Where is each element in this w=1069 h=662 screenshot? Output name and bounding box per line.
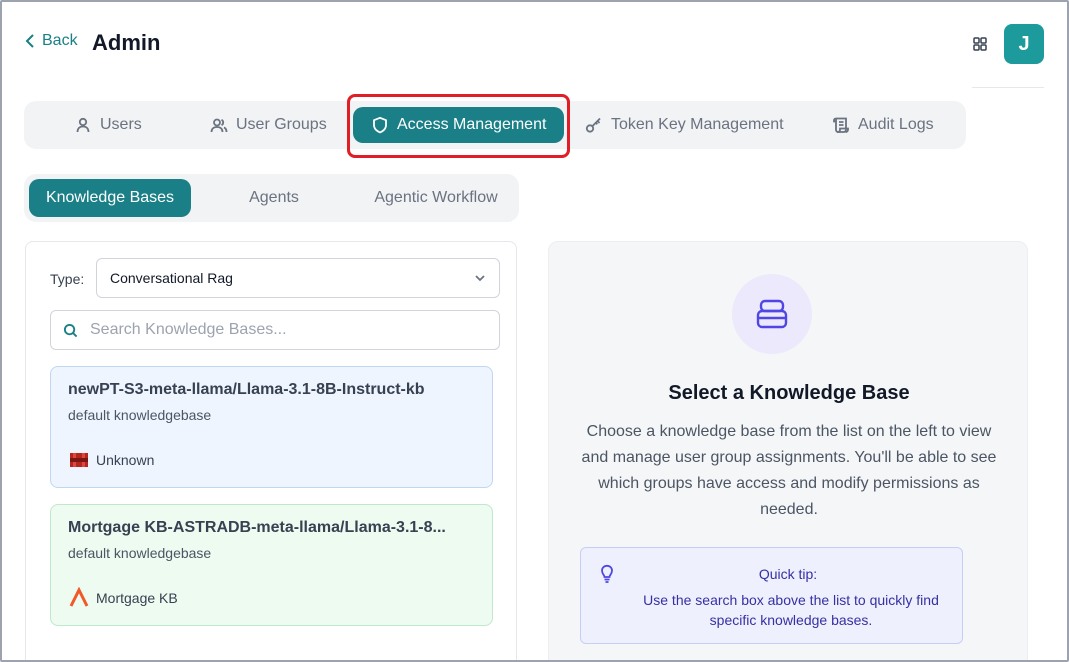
astradb-icon [69, 587, 89, 607]
search-box [50, 310, 500, 350]
detail-description: Choose a knowledge base from the list on… [581, 423, 997, 518]
kb-source: Mortgage KB [68, 587, 178, 609]
aws-s3-icon [70, 453, 88, 467]
search-icon [63, 323, 78, 337]
kb-title: newPT-S3-meta-llama/Llama-3.1-8B-Instruc… [68, 381, 425, 398]
sub-tab-bar: Knowledge Bases Agents Agentic Workflow [24, 174, 519, 222]
chevron-left-icon [25, 34, 34, 48]
main-tab-bar: Users User Groups Access Management Toke… [24, 101, 966, 149]
shield-icon [373, 116, 387, 134]
app-window: Back Admin J Users User Groups Access Ma… [0, 0, 1069, 662]
kb-source: Unknown [68, 449, 154, 471]
chevron-down-icon [475, 275, 485, 282]
knowledge-base-list-panel: Type: Conversational Rag newPT-S3-meta-l… [25, 241, 517, 660]
key-icon [585, 117, 601, 133]
tab-label: Users [100, 116, 142, 133]
database-icon-circle [732, 274, 812, 354]
header-divider [972, 87, 1044, 88]
tab-label: Access Management [397, 116, 547, 133]
kb-source-label: Unknown [96, 452, 155, 468]
tip-body: Use the search box above the list to qui… [643, 592, 939, 628]
page-title: Admin [92, 30, 161, 55]
tip-title: Quick tip: [758, 566, 818, 582]
tab-users[interactable]: Users [74, 101, 142, 149]
knowledge-base-detail-panel: Select a Knowledge Base Choose a knowled… [548, 241, 1028, 660]
users-icon [210, 118, 228, 133]
tab-audit-logs[interactable]: Audit Logs [832, 101, 934, 149]
kb-source-label: Mortgage KB [96, 590, 178, 606]
tab-label: Audit Logs [858, 116, 934, 133]
kb-title: Mortgage KB-ASTRADB-meta-llama/Llama-3.1… [68, 519, 446, 536]
kb-subtitle: default knowledgebase [68, 407, 212, 423]
user-icon [76, 117, 90, 133]
scroll-icon [833, 117, 849, 133]
kb-subtitle: default knowledgebase [68, 545, 212, 561]
type-select[interactable]: Conversational Rag [96, 258, 500, 298]
subtab-agentic-workflow[interactable]: Agentic Workflow [364, 174, 508, 222]
avatar[interactable]: J [1004, 24, 1044, 64]
database-icon [756, 299, 788, 329]
tab-token-key-management[interactable]: Token Key Management [585, 101, 784, 149]
search-input[interactable] [90, 321, 470, 339]
tab-label: Token Key Management [611, 116, 784, 133]
quick-tip-box: Quick tip: Use the search box above the … [580, 547, 963, 644]
back-label: Back [42, 32, 78, 49]
back-button[interactable]: Back [24, 32, 78, 50]
knowledge-base-card[interactable]: Mortgage KB-ASTRADB-meta-llama/Llama-3.1… [50, 504, 493, 626]
knowledge-base-card[interactable]: newPT-S3-meta-llama/Llama-3.1-8B-Instruc… [50, 366, 493, 488]
detail-title: Select a Knowledge Base [668, 382, 910, 404]
tab-access-management[interactable]: Access Management [353, 107, 565, 143]
subtab-agents[interactable]: Agents [214, 174, 334, 222]
type-label: Type: [50, 271, 85, 287]
grid-icon[interactable] [973, 37, 987, 51]
tab-label: User Groups [236, 116, 327, 133]
tab-user-groups[interactable]: User Groups [210, 101, 327, 149]
subtab-knowledge-bases[interactable]: Knowledge Bases [29, 179, 191, 217]
type-select-value: Conversational Rag [110, 270, 233, 286]
